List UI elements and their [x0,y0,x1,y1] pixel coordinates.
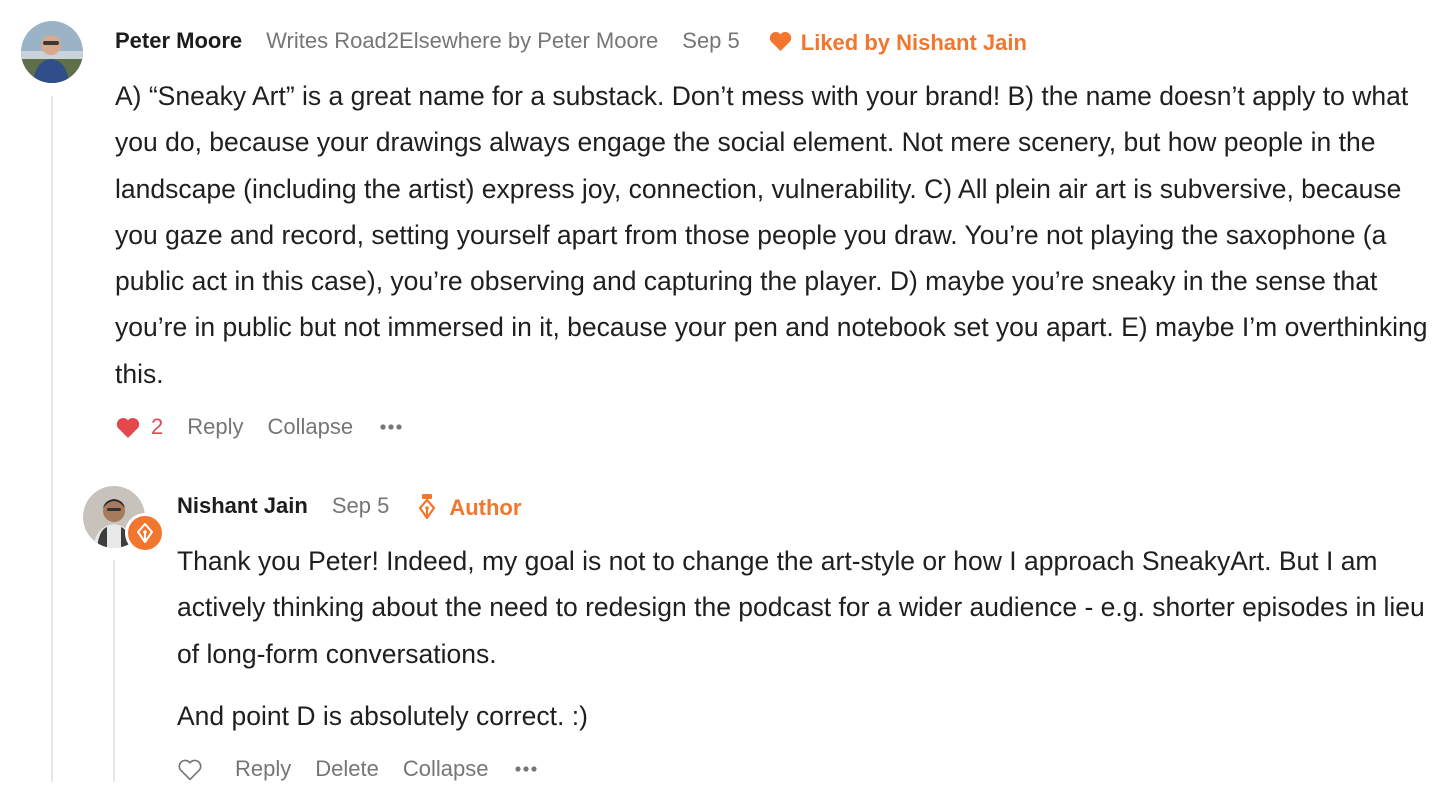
reply-thread-line [113,560,115,782]
thread-line [51,96,53,782]
comment-body: A) “Sneaky Art” is a great name for a su… [115,73,1435,397]
like-count: 2 [151,414,164,439]
comment-header: Peter Moore Writes Road2Elsewhere by Pet… [115,24,1027,58]
reply-body: Thank you Peter! Indeed, my goal is not … [177,538,1427,739]
ellipsis-icon[interactable] [514,765,538,773]
comment-date[interactable]: Sep 5 [682,28,740,54]
collapse-button[interactable]: Collapse [403,756,489,782]
collapse-button[interactable]: Collapse [268,414,354,440]
reply-actions: Reply Delete Collapse [177,752,538,786]
ellipsis-icon[interactable] [379,423,403,431]
reply-paragraph: And point D is absolutely correct. :) [177,700,588,731]
reply-date[interactable]: Sep 5 [332,493,390,519]
comment-author-publication[interactable]: Writes Road2Elsewhere by Peter Moore [266,28,658,54]
comment-author-name[interactable]: Peter Moore [115,28,242,54]
heart-filled-icon [768,30,793,52]
like-button[interactable]: 2 [115,414,163,440]
reply-button[interactable]: Reply [187,414,243,440]
avatar[interactable] [21,21,83,83]
delete-button[interactable]: Delete [315,756,379,782]
author-badge-icon [125,513,165,553]
pen-nib-icon [417,493,437,519]
heart-outline-icon[interactable] [177,758,203,781]
reply-button[interactable]: Reply [235,756,291,782]
comment-text: A) “Sneaky Art” is a great name for a su… [115,81,1428,389]
reply-header: Nishant Jain Sep 5 Author [177,489,521,523]
author-badge-label: Author [449,495,522,520]
reply-paragraph: Thank you Peter! Indeed, my goal is not … [177,546,1425,669]
comment-actions: 2 Reply Collapse [115,410,403,444]
reply-author-name[interactable]: Nishant Jain [177,493,308,519]
liked-by-author-label: Liked by Nishant Jain [800,30,1027,55]
pen-nib-icon [137,523,153,543]
heart-filled-icon [115,416,141,439]
